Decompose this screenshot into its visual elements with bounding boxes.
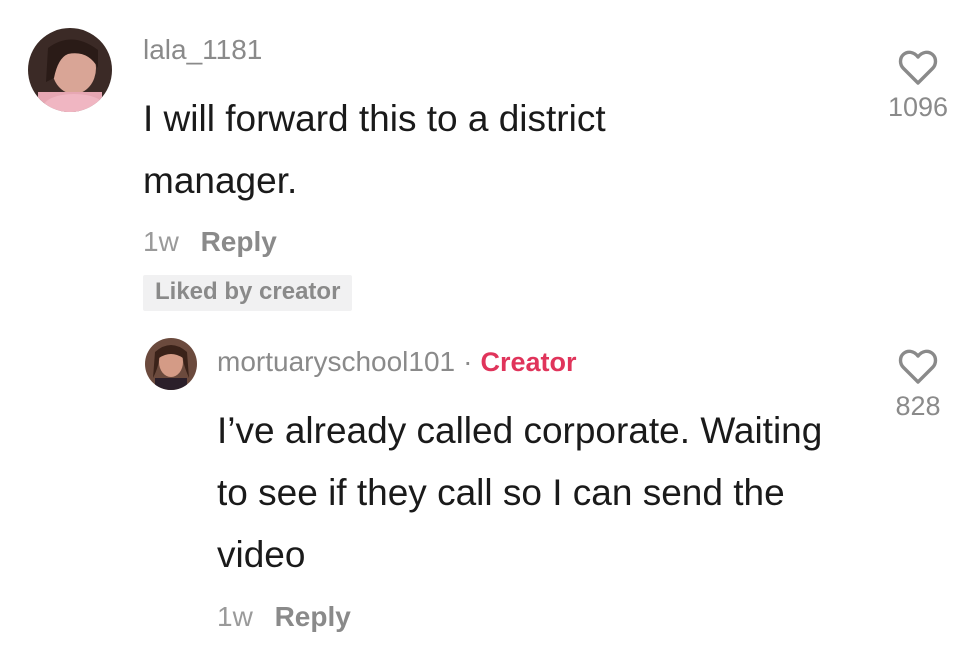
reply-text: I’ve already called corporate. Waiting t… [217, 410, 823, 575]
reply-header: mortuaryschool101 · Creator [217, 348, 576, 376]
like-button[interactable]: 828 [868, 349, 968, 420]
comment-username[interactable]: lala_1181 [143, 36, 262, 64]
reply-timestamp: 1w [217, 601, 253, 632]
reply-meta: 1w Reply [217, 603, 351, 631]
avatar[interactable] [145, 338, 197, 390]
comment-meta: 1w Reply [143, 228, 277, 256]
avatar[interactable] [28, 28, 112, 112]
liked-by-creator-badge: Liked by creator [143, 275, 353, 311]
reply-button[interactable]: Reply [201, 226, 277, 257]
creator-badge: Creator [480, 347, 577, 377]
like-button[interactable]: 1096 [868, 50, 968, 121]
like-count: 828 [895, 391, 941, 421]
reply-username[interactable]: mortuaryschool101 [217, 346, 455, 377]
heart-outline-icon[interactable] [868, 349, 968, 385]
reply-button[interactable]: Reply [275, 601, 351, 632]
comment-thread: lala_1181 I will forward this to a distr… [0, 0, 980, 645]
separator-dot: · [463, 346, 473, 377]
comment-timestamp: 1w [143, 226, 179, 257]
comment-text: I will forward this to a district manage… [143, 98, 606, 201]
like-count: 1096 [887, 92, 949, 122]
heart-outline-icon[interactable] [868, 50, 968, 86]
